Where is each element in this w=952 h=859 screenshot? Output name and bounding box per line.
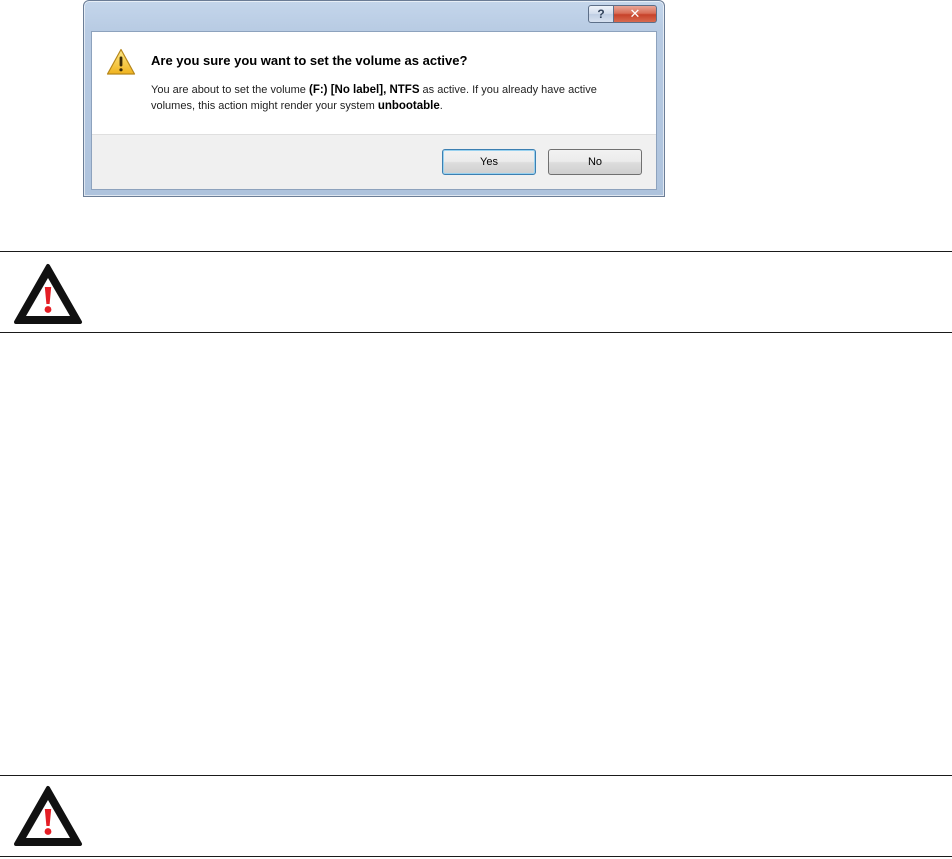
title-bar[interactable]: ? ✕ bbox=[84, 1, 664, 31]
no-button[interactable]: No bbox=[548, 149, 642, 175]
message-emphasis: unbootable bbox=[377, 100, 440, 112]
warning-box-1-top-rule bbox=[0, 251, 952, 252]
close-icon: ✕ bbox=[629, 6, 641, 21]
caution-triangle-icon bbox=[14, 786, 82, 846]
caution-triangle-icon bbox=[14, 264, 82, 324]
yes-button[interactable]: Yes bbox=[442, 149, 536, 175]
dialog-content: Are you sure you want to set the volume … bbox=[91, 31, 657, 190]
volume-name: (F:) [No label], NTFS bbox=[308, 84, 420, 96]
message-text-part3: . bbox=[439, 100, 443, 112]
question-mark-icon: ? bbox=[597, 7, 605, 21]
help-button[interactable]: ? bbox=[588, 5, 614, 23]
close-button[interactable]: ✕ bbox=[614, 5, 657, 23]
confirm-dialog: ? ✕ Are you sure you want to set the vol bbox=[83, 0, 665, 197]
message-text-part1: You are about to set the volume bbox=[151, 84, 309, 96]
warning-triangle-icon bbox=[106, 48, 136, 75]
warning-box-2-bottom-rule bbox=[0, 856, 952, 857]
warning-box-2-top-rule bbox=[0, 775, 952, 776]
warning-box-1-bottom-rule bbox=[0, 332, 952, 333]
title-bar-buttons: ? ✕ bbox=[588, 5, 657, 23]
dialog-message: You are about to set the volume (F:) [No… bbox=[151, 82, 631, 114]
main-instruction: Are you sure you want to set the volume … bbox=[151, 53, 468, 68]
message-area: Are you sure you want to set the volume … bbox=[92, 32, 656, 136]
